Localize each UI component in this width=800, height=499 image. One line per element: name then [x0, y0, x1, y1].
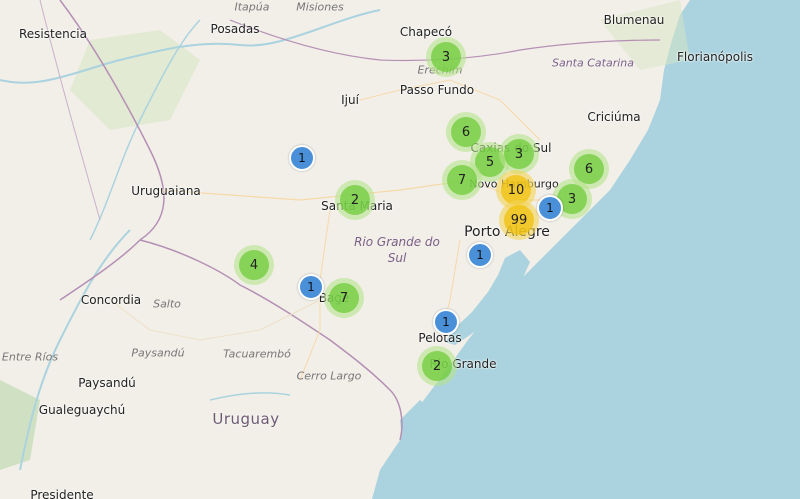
- cluster-count: 2: [340, 185, 370, 215]
- map-marker[interactable]: 1: [467, 242, 493, 268]
- marker-cluster[interactable]: 7: [442, 160, 482, 200]
- map-marker[interactable]: 1: [298, 274, 324, 300]
- map-marker[interactable]: 1: [537, 195, 563, 221]
- cluster-count: 6: [451, 117, 481, 147]
- cluster-count: 3: [431, 42, 461, 72]
- marker-cluster[interactable]: 3: [426, 37, 466, 77]
- cluster-count: 2: [422, 351, 452, 381]
- cluster-count: 7: [329, 283, 359, 313]
- map-marker[interactable]: 1: [433, 309, 459, 335]
- marker-cluster[interactable]: 7: [324, 278, 364, 318]
- cluster-count: 99: [504, 205, 534, 235]
- marker-cluster[interactable]: 99: [499, 200, 539, 240]
- marker-cluster[interactable]: 4: [234, 245, 274, 285]
- marker-cluster[interactable]: 2: [335, 180, 375, 220]
- base-map: [0, 0, 800, 499]
- cluster-count: 7: [447, 165, 477, 195]
- cluster-count: 3: [504, 139, 534, 169]
- cluster-count: 4: [239, 250, 269, 280]
- marker-cluster[interactable]: 3: [499, 134, 539, 174]
- map-marker[interactable]: 1: [289, 145, 315, 171]
- map-canvas[interactable]: Santa Catarina Rio Grande do Sul Entre R…: [0, 0, 800, 499]
- marker-cluster[interactable]: 2: [417, 346, 457, 386]
